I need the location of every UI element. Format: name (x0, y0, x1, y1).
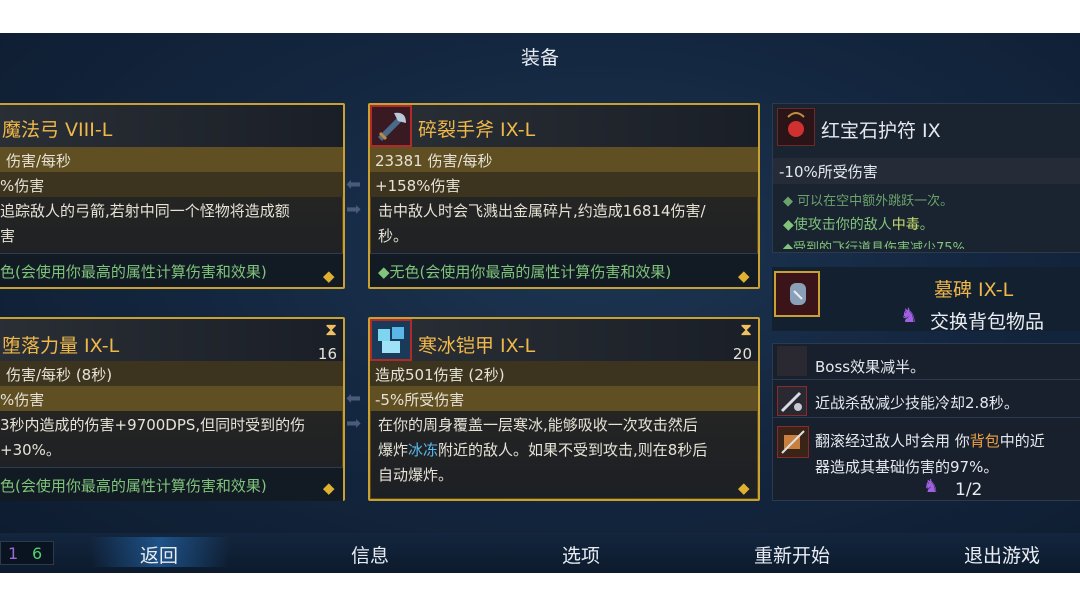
swap-bag-icon: ♞ (900, 303, 918, 327)
axe-name: 碎裂手斧 IX-L (418, 119, 536, 141)
desc-text: 爆炸 (378, 441, 409, 459)
fall-desc2: +30%。 (0, 441, 61, 459)
armor-stat1: 造成501伤害 (2秒) (375, 366, 505, 384)
tombstone-icon (774, 271, 820, 317)
axe-desc2: 秒。 (378, 227, 409, 245)
armor-card[interactable]: 寒冰铠甲 IX-L ⧗ 20 造成501伤害 (2秒) -5%所受伤害 在你的周… (368, 317, 760, 501)
back-button[interactable]: 返回 (140, 541, 178, 568)
desc-text: 附近的敌人。如果不受到攻击,则在8秒后 (438, 441, 708, 459)
swap-right-arrow-icon[interactable]: ➡ (346, 199, 361, 220)
stat-row (0, 172, 343, 197)
ruby-amulet-icon (777, 108, 815, 146)
armor-desc3: 自动爆炸。 (378, 466, 454, 484)
roll-attack-icon (777, 426, 809, 458)
screen-title: 装备 (520, 47, 559, 69)
fall-stat1: 伤害/每秒 (8秒) (6, 366, 113, 384)
armor-stat2: -5%所受伤害 (375, 391, 465, 409)
poison-keyword: 中毒 (891, 217, 920, 233)
equipment-screen: 装备 魔法弓 VIII-L 伤害/每秒 %伤害 追踪敌人的弓箭,若射中同一个怪物… (0, 33, 1080, 573)
corner-ornament-icon: ◆ (738, 479, 750, 497)
amulet-panel[interactable]: 红宝石护符 IX -10%所受伤害 ◆ 可以在空中额外跳跃一次。 ◆使攻击你的敌… (772, 103, 1080, 253)
options-button[interactable]: 选项 (562, 541, 600, 568)
page-indicator[interactable]: 1/2 (955, 480, 982, 500)
mutation-text: 翻滚经过敌人时会用 你 (815, 432, 970, 450)
hourglass-icon: ⧗ (740, 320, 752, 340)
effect-text: 。 (919, 217, 934, 233)
info-button[interactable]: 信息 (351, 541, 389, 568)
bow-footer: 色(会使用你最高的属性计算伤害和效果) (0, 263, 267, 281)
amulet-line1: ◆ 可以在空中额外跳跃一次。 (783, 194, 954, 209)
freeze-keyword: 冰冻 (408, 441, 439, 459)
fall-desc1: 3秒内造成的伤害+9700DPS,但同时受到的伤 (0, 416, 306, 434)
mutation-icon (777, 346, 807, 376)
axe-card[interactable]: 碎裂手斧 IX-L 23381 伤害/每秒 +158%伤害 击中敌人时会飞溅出金… (368, 103, 760, 289)
corner-ornament-icon: ◆ (323, 267, 335, 285)
swap-left-arrow-icon[interactable]: ⬅ (346, 174, 361, 195)
mutation-row[interactable]: 近战杀敌减少技能冷却2.8秒。 (773, 382, 1080, 418)
axe-stat1: 23381 伤害/每秒 (375, 152, 493, 170)
armor-name: 寒冰铠甲 IX-L (418, 335, 536, 357)
axe-desc1: 击中敌人时会飞溅出金属碎片,约造成16814伤害/ (378, 202, 706, 220)
swap-right-arrow-icon[interactable]: ➡ (346, 413, 361, 434)
bow-stat2: %伤害 (0, 177, 45, 195)
bow-desc1: 追踪敌人的弓箭,若射中同一个怪物将造成额 (0, 202, 290, 220)
bow-card[interactable]: 魔法弓 VIII-L 伤害/每秒 %伤害 追踪敌人的弓箭,若射中同一个怪物将造成… (0, 103, 345, 289)
armor-desc2: 爆炸冰冻附近的敌人。如果不受到攻击,则在8秒后 (378, 438, 707, 463)
tombstone-name: 墓碑 IX-L (934, 279, 1014, 301)
effect-text: ◆使攻击你的敌人 (783, 217, 892, 233)
armor-desc1: 在你的周身覆盖一层寒冰,能够吸收一次攻击然后 (378, 416, 698, 434)
mutation-text: 中的近 (999, 432, 1045, 450)
axe-stat2: +158%伤害 (375, 177, 461, 195)
hourglass-icon: ⧗ (325, 320, 337, 340)
fall-footer: 色(会使用你最高的属性计算伤害和效果) (0, 477, 267, 495)
mutation-row[interactable]: Boss效果减半。 (773, 344, 1080, 380)
mutations-panel: Boss效果减半。 近战杀敌减少技能冷却2.8秒。 翻滚经过敌人时会用 你背包中… (772, 343, 1080, 501)
swap-left-arrow-icon[interactable]: ⬅ (346, 388, 361, 409)
corner-ornament-icon: ◆ (738, 267, 750, 285)
mutation-text-3b: 器造成其基础伤害的97%。 (815, 458, 999, 476)
mutation-row[interactable]: 翻滚经过敌人时会用 你背包中的近 器造成其基础伤害的97%。 ♞ 1/2 (773, 420, 1080, 502)
mutation-text-3: 翻滚经过敌人时会用 你背包中的近 (815, 430, 1045, 451)
sword-skull-icon (777, 386, 807, 416)
axe-icon (370, 105, 412, 147)
quit-button[interactable]: 退出游戏 (964, 541, 1040, 568)
fall-stat2: %伤害 (0, 391, 45, 409)
bottom-nav: 1 6 返回 信息 选项 重新开始 退出游戏 (0, 533, 1080, 573)
backpack-keyword: 背包 (969, 432, 1000, 450)
mutation-text-2: 近战杀敌减少技能冷却2.8秒。 (815, 394, 1019, 412)
corner-ornament-icon: ◆ (323, 479, 335, 497)
axe-footer: ◆无色(会使用你最高的属性计算伤害和效果) (378, 263, 672, 281)
bow-stat1: 伤害/每秒 (6, 152, 72, 170)
restart-button[interactable]: 重新开始 (754, 541, 830, 568)
ice-armor-icon (370, 319, 412, 361)
left-number-2: 6 (32, 544, 43, 563)
bow-desc2: 害 (0, 227, 16, 245)
mutation-text-1: Boss效果减半。 (815, 358, 926, 376)
left-number-1: 1 (8, 544, 19, 563)
amulet-line2: ◆使攻击你的敌人中毒。 (783, 214, 934, 234)
amulet-name: 红宝石护符 IX (821, 120, 941, 142)
amulet-stat: -10%所受伤害 (779, 163, 878, 181)
tombstone-tooltip[interactable]: 墓碑 IX-L ♞ 交换背包物品 (772, 267, 1080, 334)
fall-name: 堕落力量 IX-L (2, 335, 120, 357)
fall-card[interactable]: 堕落力量 IX-L ⧗ 16 伤害/每秒 (8秒) %伤害 3秒内造成的伤害+9… (0, 317, 345, 501)
swap-bag-label[interactable]: 交换背包物品 (930, 307, 1044, 334)
amulet-line3: ◆受到的飞行道具伤害减少75% (783, 241, 965, 249)
bow-name: 魔法弓 VIII-L (2, 119, 113, 141)
stat-row (0, 386, 343, 411)
page-bag-icon: ♞ (923, 476, 940, 497)
